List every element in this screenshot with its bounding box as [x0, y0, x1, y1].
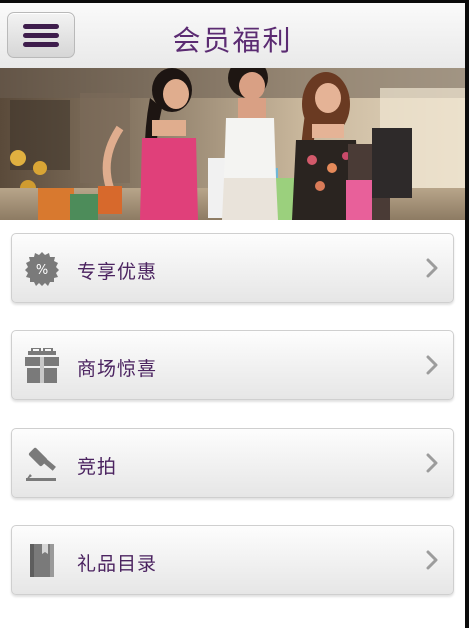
auction-gavel-icon [26, 447, 56, 481]
shopping-women-photo [0, 68, 465, 220]
menu-item-label: 商场惊喜 [77, 358, 158, 380]
gift-box-icon [25, 348, 59, 383]
menu-item-mall-surprises[interactable]: 商场惊喜 [11, 330, 454, 400]
chevron-right-icon [426, 550, 438, 570]
menu-item-auction[interactable]: 竞拍 [11, 428, 454, 498]
promo-banner-image [0, 68, 465, 220]
percent-badge-icon: % [25, 252, 59, 286]
menu-item-label: 礼品目录 [77, 553, 158, 575]
chevron-right-icon [426, 355, 438, 375]
menu-item-exclusive-offers[interactable]: % 专享优惠 [11, 233, 454, 303]
menu-item-label: 专享优惠 [77, 261, 158, 283]
chevron-right-icon [426, 453, 438, 473]
svg-text:%: % [36, 263, 48, 278]
chevron-right-icon [426, 258, 438, 278]
menu-item-label: 竞拍 [77, 456, 118, 478]
top-bar: 会员福利 [0, 3, 465, 69]
page-title: 会员福利 [172, 24, 293, 57]
catalog-book-icon [30, 544, 54, 577]
app-screen: 会员福利 % 专享优惠 商场惊喜 竞拍 礼品目录 [0, 0, 469, 628]
menu-item-gift-catalog[interactable]: 礼品目录 [11, 525, 454, 595]
